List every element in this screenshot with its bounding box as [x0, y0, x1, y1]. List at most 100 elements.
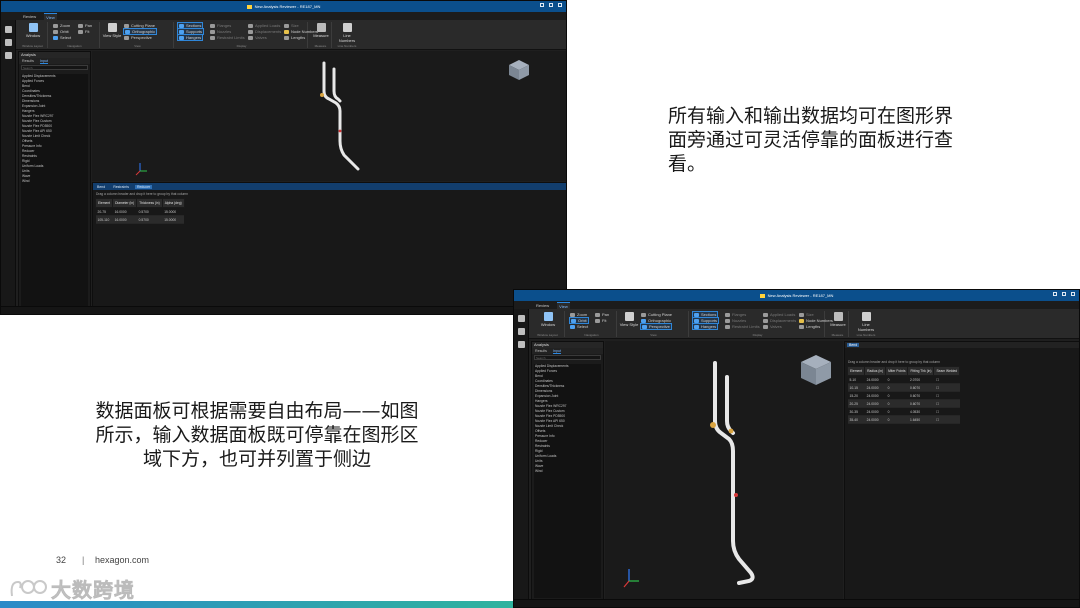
flanges-toggle[interactable]: Flanges	[725, 312, 746, 317]
view-style-button[interactable]: View Style	[619, 312, 639, 327]
pan-button[interactable]: Pan	[78, 23, 92, 28]
doc-tab-bend[interactable]: Bend	[95, 185, 107, 189]
view-style-button[interactable]: View Style	[102, 23, 122, 38]
close-icon[interactable]	[1071, 292, 1075, 296]
line-numbers-button[interactable]: Line Numbers	[856, 312, 876, 332]
applied-loads-toggle[interactable]: Applied Loads	[248, 23, 280, 28]
search-input[interactable]: Search	[534, 355, 601, 360]
lengths-toggle[interactable]: Lengths	[284, 35, 305, 40]
list-item[interactable]: Wind	[21, 179, 88, 184]
column-header[interactable]: Alpha (deg)	[161, 198, 185, 208]
folder-icon[interactable]	[4, 26, 12, 33]
cutting-plane-button[interactable]: Cutting Plane	[641, 312, 672, 317]
column-header[interactable]: Element	[94, 198, 114, 208]
zoom-button[interactable]: Zoom	[570, 312, 587, 317]
flanges-toggle[interactable]: Flanges	[210, 23, 231, 28]
seam-welded-checkbox[interactable]: ☐	[933, 383, 960, 392]
fit-button[interactable]: Fit	[78, 29, 89, 34]
orbit-button[interactable]: Orbit	[569, 317, 589, 324]
perspective-button[interactable]: Perspective	[124, 35, 152, 40]
column-header[interactable]: Radius (in)	[864, 366, 887, 376]
select-button[interactable]: Select	[53, 35, 71, 40]
valves-toggle[interactable]: Valves	[248, 35, 267, 40]
column-header[interactable]: Element	[846, 366, 866, 376]
window-button[interactable]: Window	[538, 312, 558, 327]
displacements-toggle[interactable]: Displacements	[763, 318, 796, 323]
line-numbers-button[interactable]: Line Numbers	[337, 23, 357, 43]
orthographic-button[interactable]: Orthographic	[122, 28, 158, 35]
nozzles-toggle[interactable]: Nozzles	[210, 29, 231, 34]
lengths-toggle[interactable]: Lengths	[799, 324, 820, 329]
table-row[interactable]: 20-75 16.0000 0.5700 15.0000	[95, 207, 185, 216]
tab-results[interactable]: Results	[22, 59, 34, 63]
maximize-icon[interactable]	[1062, 292, 1066, 296]
table-row[interactable]: 20-25 24.0000 0 0.6070 ☐	[847, 399, 960, 408]
doc-tab-bend[interactable]: Bend	[847, 343, 860, 347]
maximize-icon[interactable]	[549, 3, 553, 7]
tab-results[interactable]: Results	[535, 349, 547, 353]
window-button[interactable]: Window	[23, 23, 43, 38]
table-row[interactable]: 30-35 24.0000 0 4.0530 ☐	[847, 407, 960, 416]
table-row[interactable]: 15-20 24.0000 0 0.6070 ☐	[847, 391, 960, 400]
search-input[interactable]: Search	[21, 65, 88, 70]
nozzles-toggle[interactable]: Nozzles	[725, 318, 746, 323]
orbit-button[interactable]: Orbit	[53, 29, 69, 34]
valves-toggle[interactable]: Valves	[763, 324, 782, 329]
doc-tab-reducer[interactable]: Reducer	[134, 184, 153, 189]
menu-review[interactable]: Review	[534, 302, 551, 309]
menu-review[interactable]: Review	[21, 13, 38, 20]
orthographic-button[interactable]: Orthographic	[641, 318, 671, 323]
website-link[interactable]: hexagon.com	[95, 555, 149, 565]
perspective-button[interactable]: Perspective	[640, 323, 672, 330]
seam-welded-checkbox[interactable]: ☐	[933, 407, 960, 416]
graphics-viewport[interactable]	[605, 341, 843, 601]
hangers-toggle[interactable]: Hangers	[691, 323, 719, 330]
view-cube-icon[interactable]	[799, 353, 833, 387]
seam-welded-checkbox[interactable]: ☐	[933, 399, 960, 408]
column-header[interactable]: Thickness (in)	[136, 198, 163, 208]
restraint-limits-toggle[interactable]: Restraint Limits	[210, 35, 245, 40]
size-toggle[interactable]: Size	[799, 312, 814, 317]
document-icon[interactable]	[517, 328, 525, 335]
copy-icon[interactable]	[517, 341, 525, 348]
tab-input[interactable]: Input	[39, 59, 48, 64]
folder-icon[interactable]	[517, 315, 525, 322]
sections-toggle[interactable]: Sections	[691, 311, 719, 318]
zoom-button[interactable]: Zoom	[53, 23, 70, 28]
list-item[interactable]: Wind	[534, 469, 601, 474]
cutting-plane-button[interactable]: Cutting Plane	[124, 23, 155, 28]
menu-view[interactable]: View	[44, 13, 57, 20]
document-icon[interactable]	[4, 39, 12, 46]
pan-button[interactable]: Pan	[595, 312, 609, 317]
column-header[interactable]: Miter Points	[885, 366, 909, 376]
column-header[interactable]: Fitting Thk (in)	[907, 366, 935, 376]
table-row[interactable]: 10-15 24.0000 0 0.6070 ☐	[847, 383, 960, 392]
supports-toggle[interactable]: Supports	[691, 317, 720, 324]
seam-welded-checkbox[interactable]: ☐	[933, 375, 960, 384]
table-row[interactable]: 5-10 24.0000 0 2.0700 ☐	[847, 375, 960, 384]
restraint-limits-toggle[interactable]: Restraint Limits	[725, 324, 760, 329]
applied-loads-toggle[interactable]: Applied Loads	[763, 312, 795, 317]
close-icon[interactable]	[558, 3, 562, 7]
view-cube-icon[interactable]	[508, 59, 530, 81]
copy-icon[interactable]	[4, 52, 12, 59]
seam-welded-checkbox[interactable]: ☐	[933, 391, 960, 400]
select-button[interactable]: Select	[570, 324, 588, 329]
menu-view[interactable]: View	[557, 302, 570, 309]
fit-button[interactable]: Fit	[595, 318, 606, 323]
hangers-toggle[interactable]: Hangers	[176, 34, 204, 41]
graphics-viewport[interactable]	[92, 51, 567, 181]
supports-toggle[interactable]: Supports	[176, 28, 205, 35]
displacements-toggle[interactable]: Displacements	[248, 29, 281, 34]
column-header[interactable]: Diameter (in)	[112, 198, 138, 208]
seam-welded-checkbox[interactable]: ☐	[933, 415, 960, 424]
minimize-icon[interactable]	[540, 3, 544, 7]
doc-tab-restraints[interactable]: Restraints	[111, 185, 131, 189]
measure-button[interactable]: Measure	[311, 23, 331, 38]
pipe-model[interactable]	[92, 51, 567, 181]
measure-button[interactable]: Measure	[828, 312, 848, 327]
minimize-icon[interactable]	[1053, 292, 1057, 296]
column-header[interactable]: Seam Welded	[933, 366, 961, 376]
size-toggle[interactable]: Size	[284, 23, 299, 28]
sections-toggle[interactable]: Sections	[176, 22, 204, 29]
